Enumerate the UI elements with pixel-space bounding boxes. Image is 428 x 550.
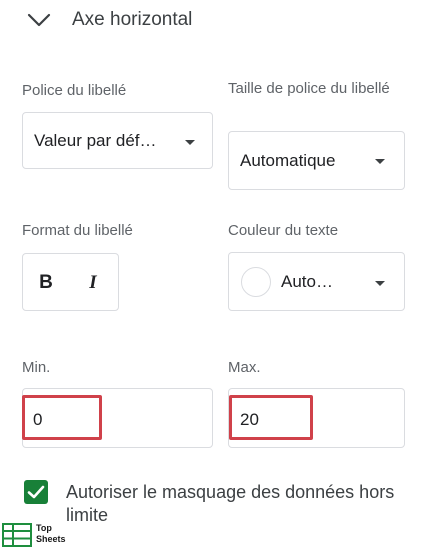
section-header-horizontal-axis[interactable]: Axe horizontal <box>0 0 428 44</box>
font-size-select[interactable]: Automatique <box>228 131 405 190</box>
min-highlight-box <box>22 395 102 440</box>
min-heading: Min. <box>22 359 51 376</box>
font-family-value: Valeur par déf… <box>34 131 157 150</box>
dropdown-caret-icon <box>185 140 195 145</box>
spreadsheet-logo-icon <box>2 523 32 547</box>
font-label-heading: Police du libellé <box>22 82 127 99</box>
logo-text-sheets: Sheets <box>36 534 66 544</box>
label-format-heading: Format du libellé <box>22 222 133 239</box>
chevron-down-icon[interactable] <box>26 10 52 30</box>
italic-button[interactable]: I <box>81 272 105 294</box>
font-family-select[interactable]: Valeur par déf… <box>22 112 213 169</box>
max-heading: Max. <box>228 359 261 376</box>
allow-hidden-data-checkbox[interactable] <box>24 480 48 504</box>
text-color-value: Auto… <box>281 272 333 291</box>
label-format-group: B I <box>22 253 119 311</box>
logo-text-top: Top <box>36 523 52 533</box>
font-size-value: Automatique <box>240 151 336 170</box>
text-color-heading: Couleur du texte <box>228 222 339 239</box>
top-sheets-logo: Top Sheets <box>2 521 82 549</box>
text-color-select[interactable]: Auto… <box>228 252 405 311</box>
color-swatch <box>241 267 271 297</box>
allow-hidden-data-label: Autoriser le masquage des données hors l… <box>66 482 395 525</box>
max-highlight-box <box>229 395 313 440</box>
bold-button[interactable]: B <box>34 272 58 294</box>
font-size-heading: Taille de police du libellé <box>228 80 390 97</box>
dropdown-caret-icon <box>375 281 385 286</box>
section-title: Axe horizontal <box>72 9 193 30</box>
checkmark-icon <box>27 485 45 499</box>
dropdown-caret-icon <box>375 159 385 164</box>
